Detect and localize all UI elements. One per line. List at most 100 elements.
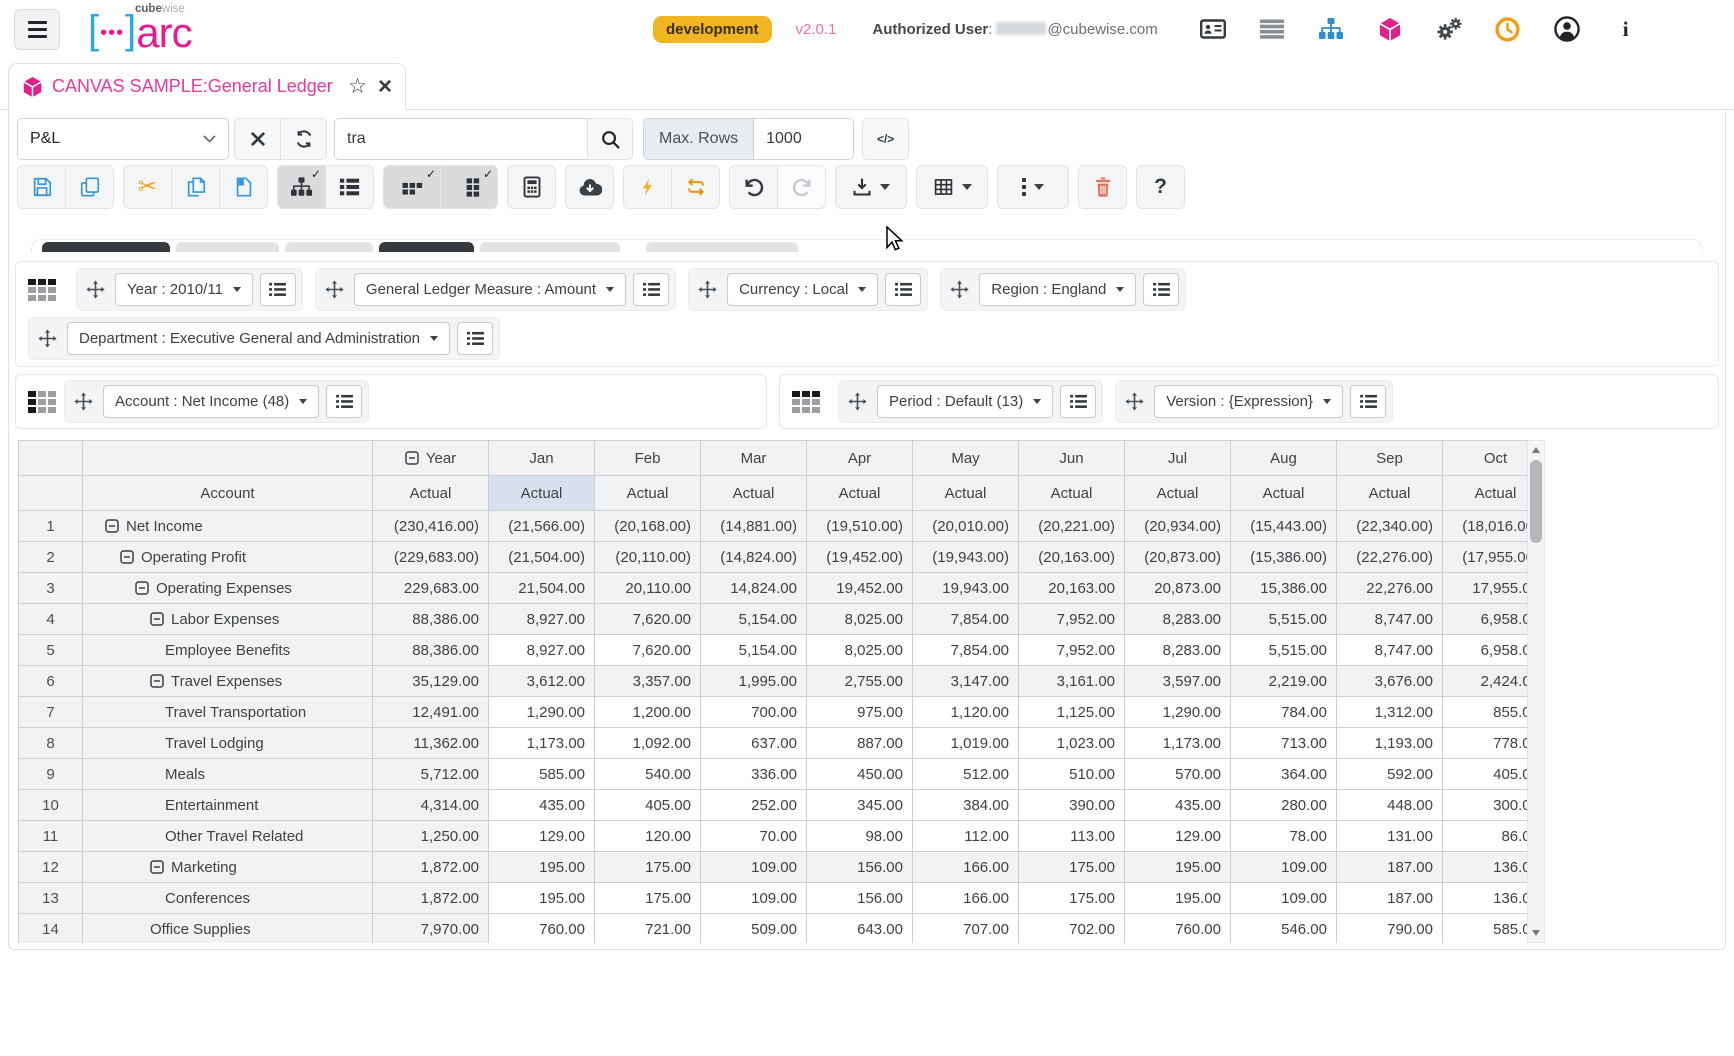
value-cell[interactable]: 707.00 — [912, 913, 1019, 943]
value-cell[interactable]: 700.00 — [700, 696, 807, 728]
value-cell[interactable]: 12,491.00 — [372, 696, 489, 728]
row-number-cell[interactable]: 2 — [18, 541, 83, 573]
value-cell[interactable]: 540.00 — [594, 758, 701, 790]
value-cell[interactable]: (17,955.00) — [1442, 541, 1527, 573]
value-cell[interactable]: 1,995.00 — [700, 665, 807, 697]
value-cell[interactable]: 6,958.00 — [1442, 603, 1527, 635]
dimension-select-button[interactable]: Year : 2010/11 — [115, 273, 253, 306]
value-cell[interactable]: 195.00 — [488, 882, 595, 914]
value-cell[interactable]: (20,110.00) — [594, 541, 701, 573]
value-cell[interactable]: 364.00 — [1230, 758, 1337, 790]
account-cell[interactable]: Other Travel Related — [82, 820, 373, 852]
collapse-icon[interactable] — [120, 550, 134, 564]
value-cell[interactable]: 15,386.00 — [1230, 572, 1337, 604]
close-tab-icon[interactable]: × — [378, 74, 392, 99]
row-number-cell[interactable]: 1 — [18, 510, 83, 542]
value-cell[interactable]: 88,386.00 — [372, 603, 489, 635]
horizontal-scrollbar[interactable] — [18, 949, 1545, 950]
account-cell[interactable]: Marketing — [82, 851, 373, 883]
value-cell[interactable]: 35,129.00 — [372, 665, 489, 697]
value-cell[interactable]: 175.00 — [1018, 882, 1125, 914]
move-handle[interactable] — [695, 280, 720, 299]
measure-header-cell[interactable]: Actual — [700, 475, 807, 511]
value-cell[interactable]: 17,955.00 — [1442, 572, 1527, 604]
value-cell[interactable]: 3,357.00 — [594, 665, 701, 697]
move-handle[interactable] — [322, 280, 347, 299]
subset-editor-button[interactable] — [1350, 385, 1386, 418]
value-cell[interactable]: (21,504.00) — [488, 541, 595, 573]
value-cell[interactable]: 19,943.00 — [912, 572, 1019, 604]
move-handle[interactable] — [1122, 392, 1147, 411]
column-layout-toggle[interactable]: ✓ — [383, 165, 441, 209]
value-cell[interactable]: 448.00 — [1336, 789, 1443, 821]
value-cell[interactable]: 1,125.00 — [1018, 696, 1125, 728]
row-number-cell[interactable]: 3 — [18, 572, 83, 604]
worksheet-tab-stub[interactable] — [646, 242, 798, 252]
value-cell[interactable]: 546.00 — [1230, 913, 1337, 943]
column-header-month[interactable]: Apr — [806, 440, 913, 476]
value-cell[interactable]: 1,173.00 — [488, 727, 595, 759]
row-number-cell[interactable]: 9 — [18, 758, 83, 790]
account-cell[interactable]: Employee Benefits — [82, 634, 373, 666]
value-cell[interactable]: 512.00 — [912, 758, 1019, 790]
cube-icon[interactable] — [1377, 16, 1403, 42]
value-cell[interactable]: 131.00 — [1336, 820, 1443, 852]
list-icon[interactable] — [1259, 16, 1285, 42]
value-cell[interactable]: 166.00 — [912, 851, 1019, 883]
value-cell[interactable]: 3,597.00 — [1124, 665, 1231, 697]
value-cell[interactable]: 195.00 — [1124, 851, 1231, 883]
worksheet-tab-stub[interactable] — [379, 242, 474, 252]
measure-header-cell[interactable]: Actual — [1124, 475, 1231, 511]
worksheet-tab-stub[interactable] — [480, 242, 620, 252]
value-cell[interactable]: 3,676.00 — [1336, 665, 1443, 697]
subset-editor-button[interactable] — [633, 273, 670, 306]
search-input[interactable] — [334, 118, 588, 160]
value-cell[interactable]: 187.00 — [1336, 882, 1443, 914]
value-cell[interactable]: 136.00 — [1442, 882, 1527, 914]
column-header-month[interactable]: Feb — [594, 440, 701, 476]
vertical-scroll-thumb[interactable] — [1530, 460, 1542, 543]
swap-button[interactable] — [671, 165, 720, 209]
value-cell[interactable]: (18,016.00) — [1442, 510, 1527, 542]
column-header-month[interactable]: Jan — [488, 440, 595, 476]
value-cell[interactable]: 8,927.00 — [488, 634, 595, 666]
value-cell[interactable]: 88,386.00 — [372, 634, 489, 666]
value-cell[interactable]: 405.00 — [594, 789, 701, 821]
undo-button[interactable] — [729, 165, 778, 209]
value-cell[interactable]: 109.00 — [1230, 851, 1337, 883]
value-cell[interactable]: 129.00 — [488, 820, 595, 852]
value-cell[interactable]: 78.00 — [1230, 820, 1337, 852]
value-cell[interactable]: (20,163.00) — [1018, 541, 1125, 573]
value-cell[interactable]: 585.00 — [1442, 913, 1527, 943]
value-cell[interactable]: 11,362.00 — [372, 727, 489, 759]
account-cell[interactable]: Travel Lodging — [82, 727, 373, 759]
measure-header-cell[interactable]: Actual — [1442, 475, 1527, 511]
value-cell[interactable]: 20,873.00 — [1124, 572, 1231, 604]
column-header-month[interactable]: Sep — [1336, 440, 1443, 476]
value-cell[interactable]: 109.00 — [700, 882, 807, 914]
view-select[interactable]: P&L — [17, 118, 229, 160]
max-rows-input[interactable] — [754, 118, 855, 160]
row-number-cell[interactable]: 8 — [18, 727, 83, 759]
move-handle[interactable] — [71, 392, 96, 411]
value-cell[interactable]: 1,019.00 — [912, 727, 1019, 759]
column-header-month[interactable]: Jul — [1124, 440, 1231, 476]
value-cell[interactable]: 20,110.00 — [594, 572, 701, 604]
move-handle[interactable] — [35, 329, 60, 348]
move-handle[interactable] — [947, 280, 972, 299]
search-button[interactable] — [587, 118, 633, 160]
value-cell[interactable]: 7,970.00 — [372, 913, 489, 943]
value-cell[interactable]: 2,219.00 — [1230, 665, 1337, 697]
value-cell[interactable]: 195.00 — [1124, 882, 1231, 914]
account-cell[interactable]: Operating Profit — [82, 541, 373, 573]
value-cell[interactable]: 21,504.00 — [488, 572, 595, 604]
value-cell[interactable]: 2,424.00 — [1442, 665, 1527, 697]
value-cell[interactable]: 1,200.00 — [594, 696, 701, 728]
refresh-button[interactable] — [280, 118, 327, 160]
value-cell[interactable]: 8,283.00 — [1124, 603, 1231, 635]
dimension-select-button[interactable]: Region : England — [979, 273, 1137, 306]
user-icon[interactable] — [1553, 16, 1580, 42]
value-cell[interactable]: 1,173.00 — [1124, 727, 1231, 759]
flat-list-toggle[interactable] — [325, 165, 374, 209]
value-cell[interactable]: (20,010.00) — [912, 510, 1019, 542]
